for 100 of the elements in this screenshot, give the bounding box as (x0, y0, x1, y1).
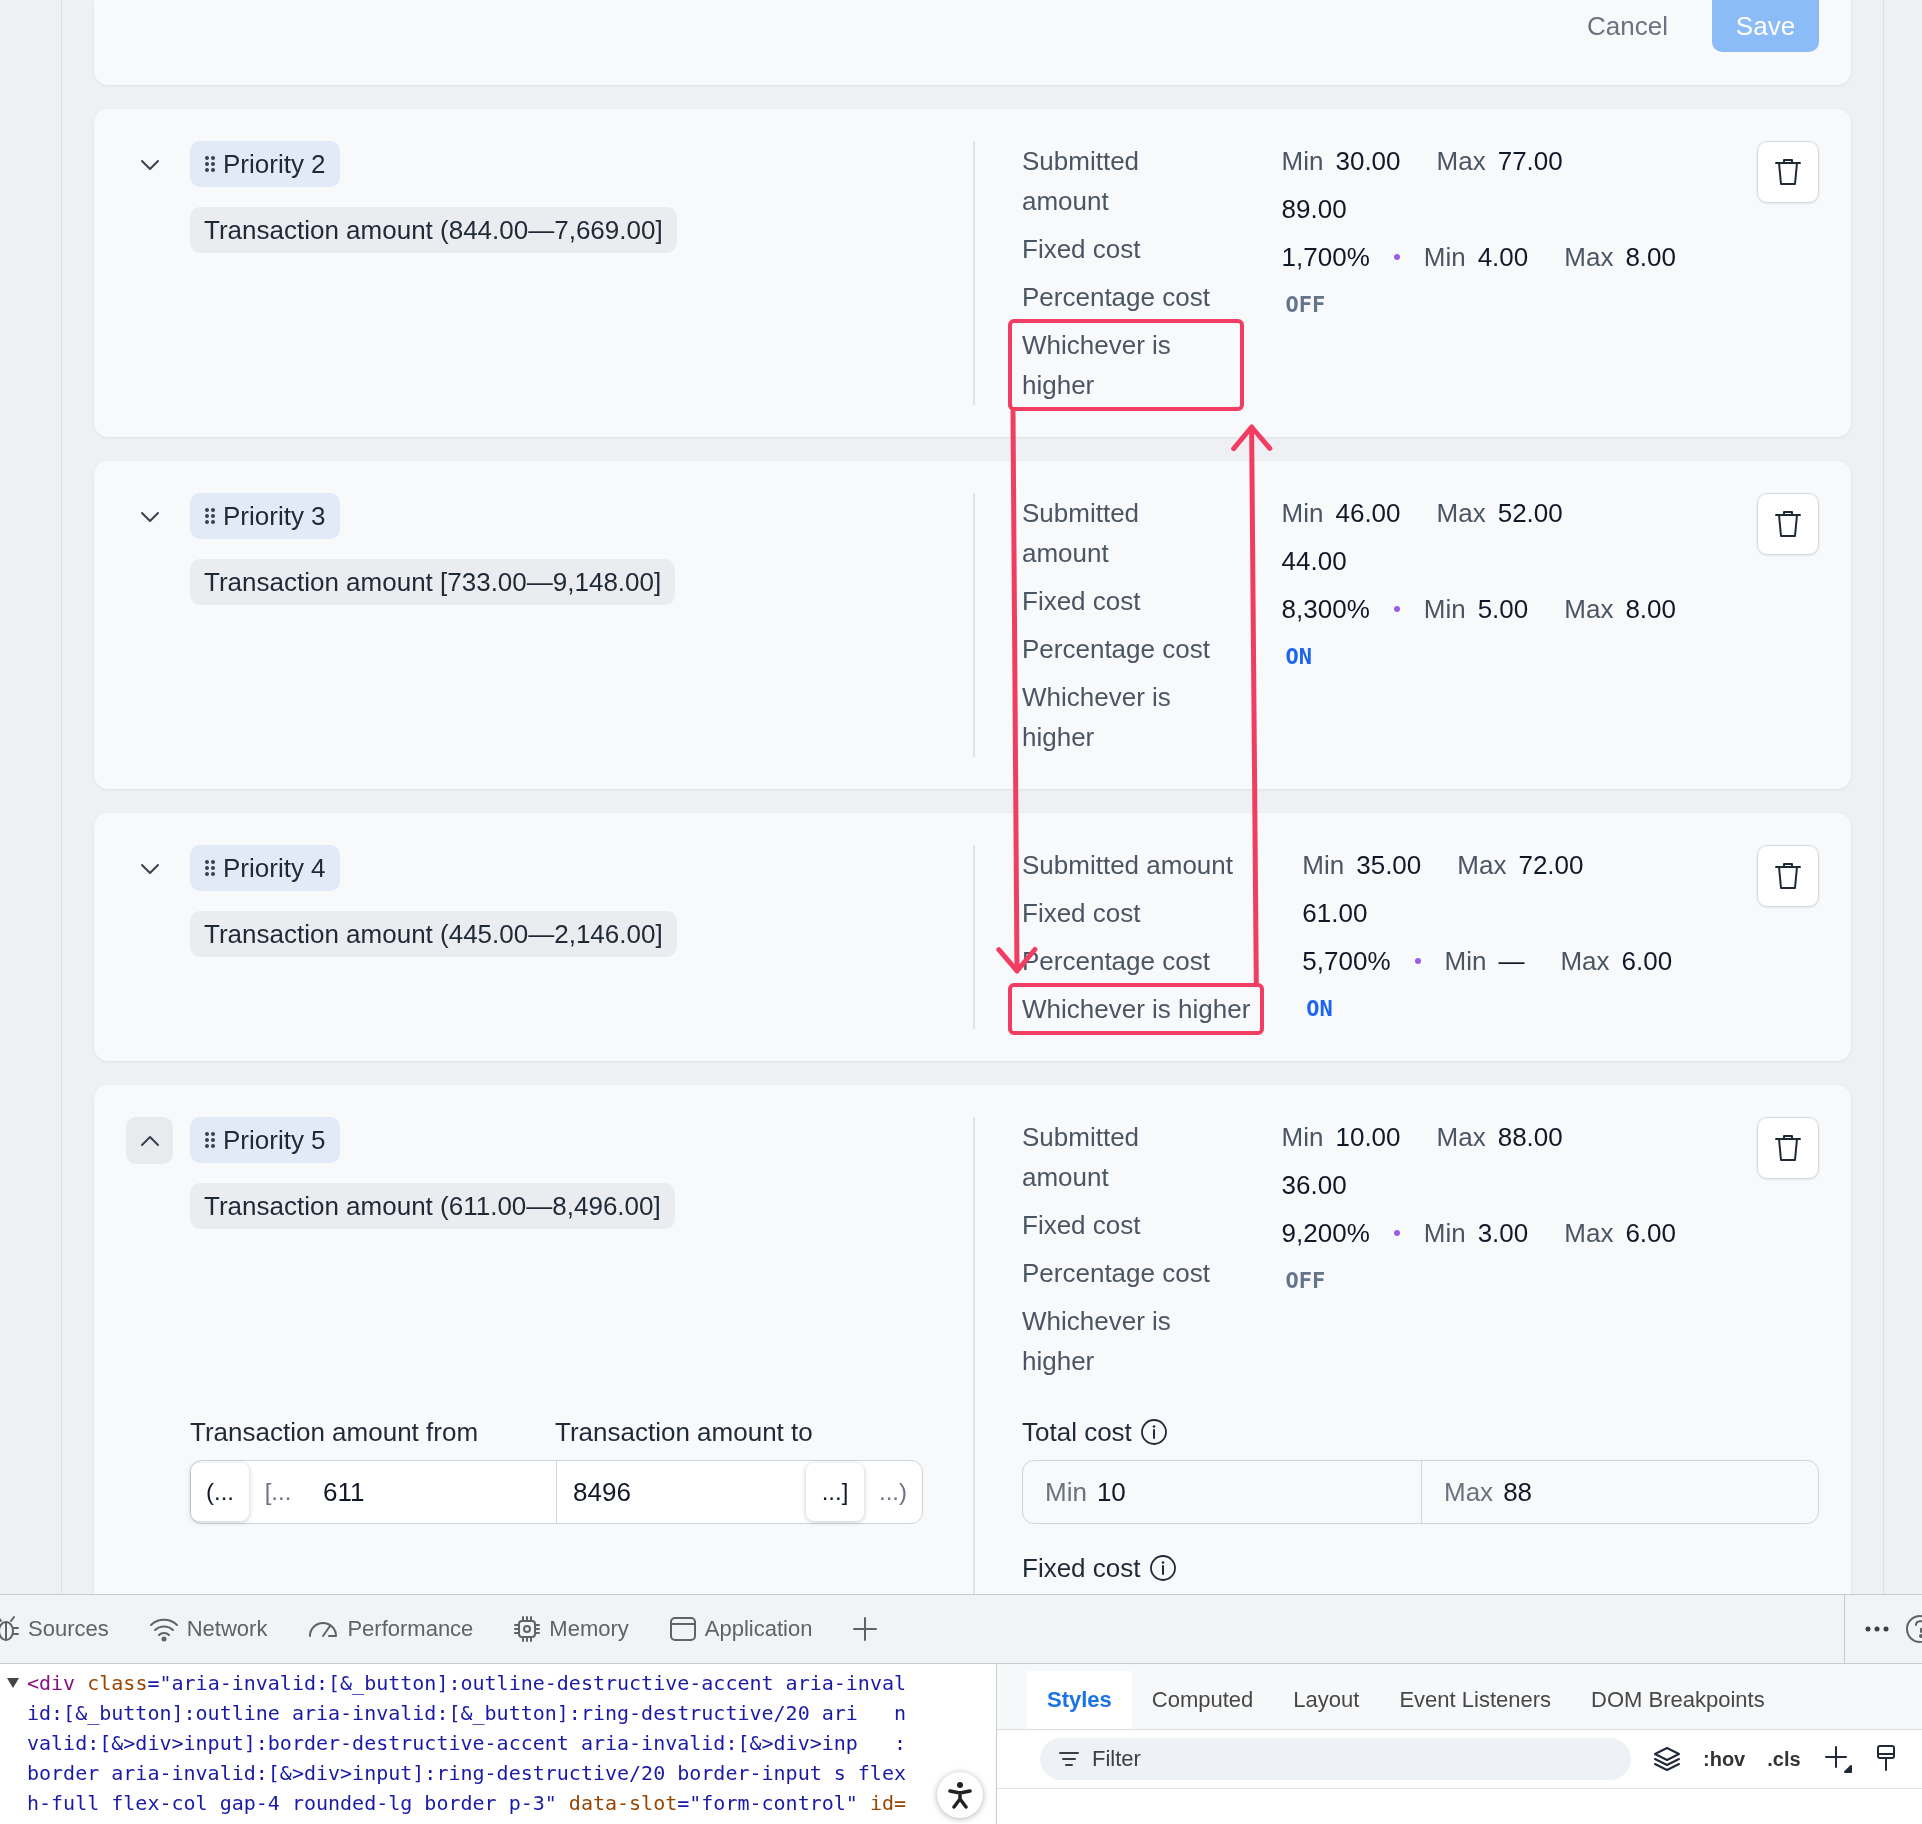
brush-icon[interactable] (1874, 1744, 1897, 1774)
amount-value: 61.00 (1302, 897, 1368, 930)
separator-dot (1393, 606, 1400, 612)
toolbar-toggle[interactable]: :hov (1703, 1747, 1746, 1771)
min-label: Min (1444, 945, 1487, 978)
priority-tag[interactable]: Priority 2 (190, 141, 340, 187)
status-value: OFF (1284, 1267, 1326, 1295)
chevron-up-icon (138, 1133, 161, 1148)
min-label: Min (1423, 593, 1466, 626)
panel-tab[interactable]: DOM Breakpoints (1571, 1671, 1785, 1729)
drag-handle-icon[interactable] (204, 1131, 216, 1149)
field-label: Fixed cost (1022, 233, 1141, 266)
drag-handle-icon[interactable] (204, 859, 216, 877)
field-label: Whichever is higher (1022, 1305, 1172, 1378)
drag-handle-icon[interactable] (204, 155, 216, 173)
panel-tab[interactable]: Event Listeners (1379, 1671, 1572, 1729)
field-label: Fixed cost (1022, 1552, 1141, 1585)
filter-icon (1058, 1751, 1080, 1767)
separator-dot (1393, 1230, 1400, 1236)
field-label: Fixed cost (1022, 585, 1141, 618)
field-label: Fixed cost (1022, 897, 1141, 930)
accessibility-button[interactable] (937, 1772, 983, 1818)
priority-tag[interactable]: Priority 3 (190, 493, 340, 539)
min-label: Min (1302, 849, 1345, 882)
person-icon (947, 1781, 973, 1809)
plus-icon[interactable] (852, 1616, 879, 1642)
min-label: Min (1281, 1121, 1324, 1154)
field-label: Total cost (1022, 1416, 1132, 1449)
devtools-tab[interactable]: Sources (0, 1615, 109, 1643)
min-input[interactable]: 10 (1086, 1476, 1421, 1508)
panel-tab[interactable]: Styles (1027, 1671, 1132, 1729)
window-icon[interactable] (668, 1615, 697, 1643)
info-icon[interactable] (1139, 1418, 1168, 1446)
code-line: <div class="aria-invalid:[&_button]:outline-destructive-accent aria-inval (27, 1670, 906, 1697)
rate-value: 5,700% (1302, 945, 1391, 978)
code-line: h-full flex-col gap-4 rounded-lg border p-3" data-slot="form-control" id= (27, 1790, 907, 1817)
max-label: Max (1436, 497, 1486, 530)
code-line: id:[&_button]:outline aria-invalid:[&_button]:ring-destructive/20 ari n (27, 1700, 906, 1727)
amount-value: 5.00 (1477, 593, 1529, 626)
delete-button[interactable] (1757, 1117, 1819, 1179)
trash-icon (1774, 509, 1802, 539)
trash-icon (1774, 1133, 1802, 1163)
condition-tag: Transaction amount (611.00—8,496.00] (190, 1183, 675, 1229)
amount-value: 88.00 (1497, 1121, 1563, 1154)
bound-toggle[interactable]: [... (249, 1463, 307, 1521)
amount-value: 10.00 (1335, 1121, 1401, 1154)
cancel-button[interactable]: Cancel (1573, 0, 1682, 52)
condition-tag: Transaction amount (445.00—2,146.00] (190, 911, 677, 957)
drag-handle-icon[interactable] (204, 507, 216, 525)
rate-value: 1,700% (1281, 241, 1370, 274)
devtools-tab[interactable]: Network (148, 1616, 268, 1642)
bound-toggle[interactable]: ...) (864, 1463, 922, 1521)
toolbar-toggle[interactable]: .cls (1767, 1747, 1801, 1771)
chevron-down-icon (138, 157, 161, 172)
chevron-down-icon (138, 861, 161, 876)
priority-tag[interactable]: Priority 4 (190, 845, 340, 891)
rate-value: 9,200% (1281, 1217, 1370, 1250)
bound-toggle[interactable]: (... (191, 1463, 249, 1521)
devtools-tab[interactable]: Memory (513, 1615, 629, 1643)
bound-toggle[interactable]: ...] (806, 1463, 864, 1521)
field-label: Percentage cost (1022, 1257, 1210, 1290)
devtools-tab[interactable]: Performance (307, 1616, 474, 1642)
chevron-down-icon (138, 509, 161, 524)
amount-value: 44.00 (1281, 545, 1347, 578)
condition-tag: Transaction amount [733.00—9,148.00] (190, 559, 676, 605)
bug-icon[interactable] (0, 1615, 20, 1643)
status-value: OFF (1284, 291, 1326, 319)
code-line: border aria-invalid:[&>div>input]:ring-destructive/20 border-input s flex (27, 1760, 906, 1787)
toggle-button[interactable] (126, 1117, 173, 1164)
more-icon[interactable] (1865, 1626, 1889, 1632)
amount-value: 89.00 (1281, 193, 1347, 226)
amount-value: 46.00 (1335, 497, 1401, 530)
panel-tab[interactable]: Computed (1131, 1671, 1274, 1729)
delete-button[interactable] (1757, 141, 1819, 203)
layers-icon[interactable] (1653, 1746, 1681, 1772)
max-input[interactable]: 88 (1493, 1476, 1818, 1508)
delete-button[interactable] (1757, 845, 1819, 907)
disclosure-triangle-icon[interactable] (6, 1677, 20, 1689)
rate-value: 8,300% (1281, 593, 1370, 626)
min-label: Min (1423, 241, 1466, 274)
min-label: Min (1281, 145, 1324, 178)
filter-field[interactable]: Filter (1040, 1738, 1631, 1780)
devtools-tab[interactable]: Application (668, 1615, 813, 1643)
trash-icon (1774, 157, 1802, 187)
field-label: Transaction amount from (190, 1416, 480, 1449)
amount-value: 6.00 (1621, 945, 1673, 978)
amount-value: 36.00 (1281, 1169, 1347, 1202)
max-label: Max (1564, 593, 1614, 626)
panel-tab[interactable]: Layout (1273, 1671, 1380, 1729)
amount-input[interactable]: 611 (307, 1476, 556, 1508)
max-label: Max (1560, 945, 1610, 978)
field-label: Transaction amount to (555, 1416, 813, 1449)
add-rule-icon[interactable] (1822, 1744, 1853, 1774)
amount-input[interactable]: 8496 (557, 1476, 806, 1508)
info-icon[interactable] (1148, 1554, 1177, 1582)
chip-icon[interactable] (513, 1615, 542, 1643)
amount-value: 8.00 (1625, 593, 1676, 626)
priority-tag[interactable]: Priority 5 (190, 1117, 340, 1163)
wifi-icon[interactable] (148, 1616, 179, 1642)
delete-button[interactable] (1757, 493, 1819, 555)
